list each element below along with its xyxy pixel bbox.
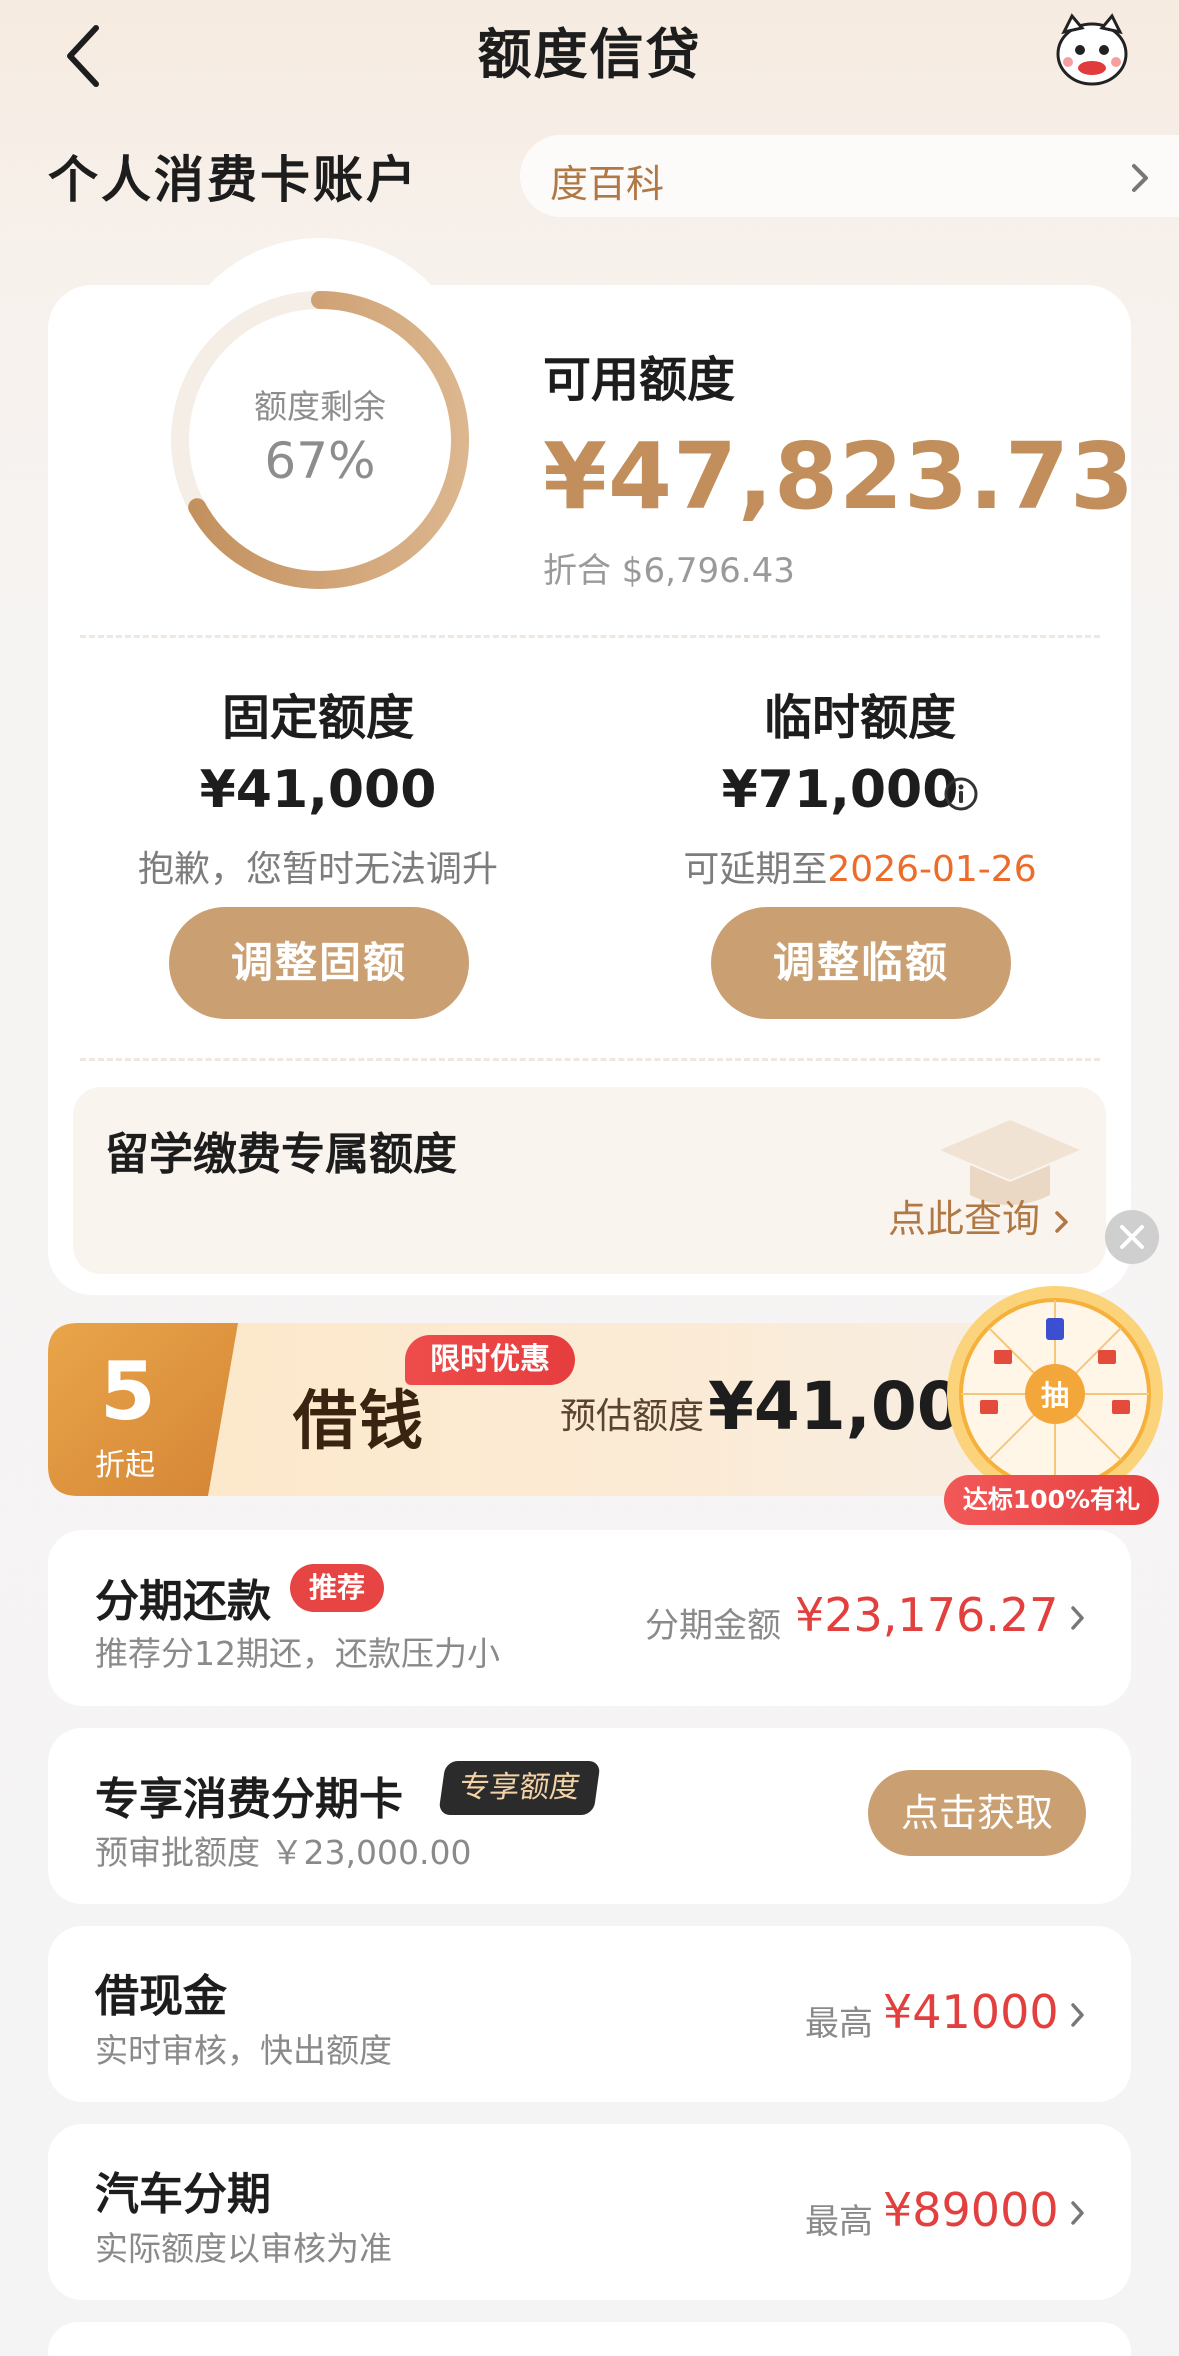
item-right-amount: ¥89000 [883,2183,1059,2237]
item-subtitle: 预审批额度 ￥23,000.00 [95,1833,472,1872]
wheel-reward-tag: 达标100%有礼 [944,1475,1159,1525]
temporary-limit-note: 可延期至2026-01-26 [620,840,1100,892]
estimate-label: 预估额度 [560,1396,705,1437]
chevron-right-icon [1068,1997,1088,2037]
chevron-right-icon [1128,158,1152,202]
fixed-limit-note: 抱歉，您暂时无法调升 [137,849,498,890]
fixed-limit-amount: ¥41,000 [199,760,437,820]
account-title: 个人消费卡账户 [48,151,419,209]
mascot-assistant-icon[interactable] [1050,8,1134,92]
item-title: 专享消费分期卡 [95,1774,403,1825]
item-right-label: 最高 [805,2004,873,2044]
get-now-button[interactable]: 点击获取 [868,1770,1086,1856]
item-title: 汽车分期 [95,2169,271,2220]
recommend-badge: 推荐 [290,1564,384,1612]
ring-percent: 67% [264,432,376,490]
credit-wiki-label: 度百科 [550,162,665,206]
available-credit-amount: ¥47,823.73 [543,423,1136,530]
chevron-right-icon [1068,1600,1088,1640]
wheel-center-label: 抽 [1041,1379,1069,1412]
chevron-right-icon [1068,2195,1088,2235]
item-title: 借现金 [95,1971,227,2022]
item-title: 分期还款 [95,1576,271,1627]
item-subtitle: 实时审核，快出额度 [95,2031,392,2070]
item-right-amount: ¥23,176.27 [795,1588,1059,1642]
study-abroad-title: 留学缴费专属额度 [105,1129,457,1180]
item-right-label: 最高 [805,2202,873,2242]
temporary-limit-title: 临时额度 [763,690,956,746]
discount-unit: 折起 [95,1448,155,1483]
available-credit-title: 可用额度 [543,352,736,408]
item-subtitle: 实际额度以审核为准 [95,2229,392,2268]
adjust-temporary-limit-button[interactable]: 调整临额 [711,907,1011,1019]
fixed-limit-title: 固定额度 [221,690,414,746]
item-right-label: 分期金额 [645,1606,781,1646]
next-row-partial[interactable] [48,2322,1131,2356]
extend-label: 可延期至 [683,849,828,890]
close-icon [1120,1225,1144,1249]
converted-amount: 折合 $6,796.43 [543,551,795,591]
temporary-limit-amount: ¥71,000 [721,760,959,820]
page-title: 额度信贷 [477,23,702,86]
item-subtitle: 推荐分12期还，还款压力小 [95,1634,500,1673]
item-right-amount: ¥41000 [883,1985,1059,2039]
borrow-title: 借钱 [293,1384,425,1459]
divider [80,635,1100,638]
info-icon[interactable] [942,775,980,817]
extend-date: 2026-01-26 [827,849,1037,890]
close-button[interactable] [1105,1210,1159,1264]
adjust-fixed-limit-button[interactable]: 调整固额 [169,907,469,1019]
exclusive-limit-badge: 专享额度 [438,1761,601,1815]
limited-offer-tag: 限时优惠 [405,1335,575,1385]
query-link[interactable]: 点此查询 [888,1188,1072,1243]
discount-number: 5 [100,1345,156,1438]
divider [80,1058,1100,1061]
ring-label: 额度剩余 [254,387,386,426]
chevron-right-icon [1055,1210,1068,1233]
query-link-label: 点此查询 [888,1197,1041,1241]
